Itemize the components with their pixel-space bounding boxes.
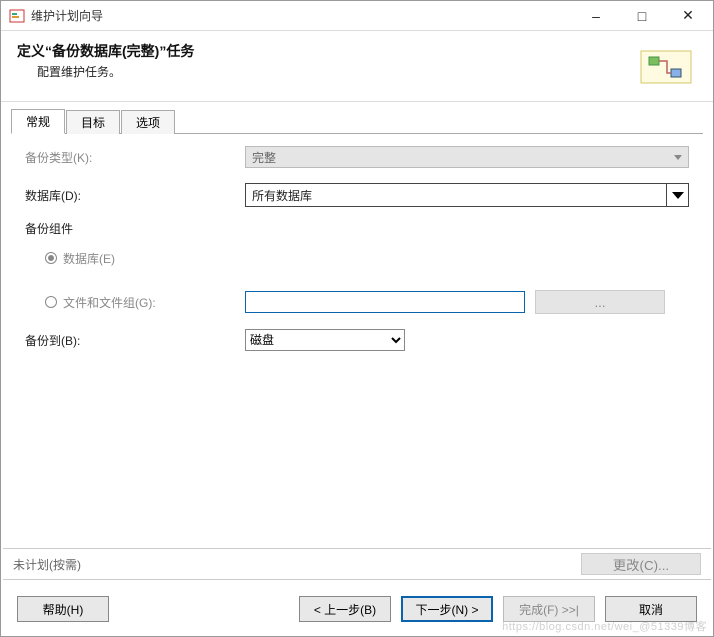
tab-destination[interactable]: 目标 bbox=[66, 110, 120, 134]
wizard-footer: 帮助(H) < 上一步(B) 下一步(N) > 完成(F) >>| 取消 bbox=[1, 590, 713, 636]
maximize-button[interactable]: □ bbox=[619, 2, 665, 30]
schedule-text: 未计划(按需) bbox=[13, 556, 81, 573]
help-button[interactable]: 帮助(H) bbox=[17, 596, 109, 622]
next-button[interactable]: 下一步(N) > bbox=[401, 596, 493, 622]
close-button[interactable]: ✕ bbox=[665, 2, 711, 30]
backup-to-select[interactable]: 磁盘 bbox=[245, 329, 405, 351]
chevron-down-icon bbox=[666, 184, 688, 206]
wizard-header: 定义“备份数据库(完整)”任务 配置维护任务。 bbox=[1, 31, 713, 102]
tab-options[interactable]: 选项 bbox=[121, 110, 175, 134]
app-icon bbox=[9, 8, 25, 24]
radio-filegroup-option: 文件和文件组(G): bbox=[45, 294, 245, 311]
backup-type-label: 备份类型(K): bbox=[25, 149, 245, 166]
database-label: 数据库(D): bbox=[25, 187, 245, 204]
backup-to-label: 备份到(B): bbox=[25, 332, 245, 349]
radio-database-label: 数据库(E) bbox=[63, 250, 115, 267]
radio-filegroup-icon bbox=[45, 296, 57, 308]
radio-database-option: 数据库(E) bbox=[45, 250, 245, 267]
database-dropdown-value: 所有数据库 bbox=[252, 187, 312, 204]
tab-strip: 常规 目标 选项 bbox=[11, 110, 703, 134]
cancel-button[interactable]: 取消 bbox=[605, 596, 697, 622]
tab-general[interactable]: 常规 bbox=[11, 109, 65, 134]
filegroup-input bbox=[245, 291, 525, 313]
backup-type-combo: 完整 bbox=[245, 146, 689, 168]
titlebar: 维护计划向导 – □ ✕ bbox=[1, 1, 713, 31]
wizard-window: 维护计划向导 – □ ✕ 定义“备份数据库(完整)”任务 配置维护任务。 常规 … bbox=[0, 0, 714, 637]
filegroup-browse-button: ... bbox=[535, 290, 665, 314]
finish-button: 完成(F) >>| bbox=[503, 596, 595, 622]
minimize-button[interactable]: – bbox=[573, 2, 619, 30]
back-button[interactable]: < 上一步(B) bbox=[299, 596, 391, 622]
radio-filegroup-label: 文件和文件组(G): bbox=[63, 294, 156, 311]
header-title: 定义“备份数据库(完整)”任务 bbox=[17, 41, 194, 61]
component-label: 备份组件 bbox=[25, 220, 689, 237]
radio-database-icon bbox=[45, 252, 57, 264]
header-subtitle: 配置维护任务。 bbox=[37, 63, 194, 80]
change-schedule-button: 更改(C)... bbox=[581, 553, 701, 575]
database-dropdown[interactable]: 所有数据库 bbox=[245, 183, 689, 207]
schedule-bar: 未计划(按需) 更改(C)... bbox=[3, 548, 711, 580]
form-content: 备份类型(K): 完整 数据库(D): 所有数据库 备份组件 数据库(E) 文件… bbox=[1, 134, 713, 548]
window-title: 维护计划向导 bbox=[31, 7, 573, 24]
header-illustration-icon bbox=[637, 41, 697, 91]
